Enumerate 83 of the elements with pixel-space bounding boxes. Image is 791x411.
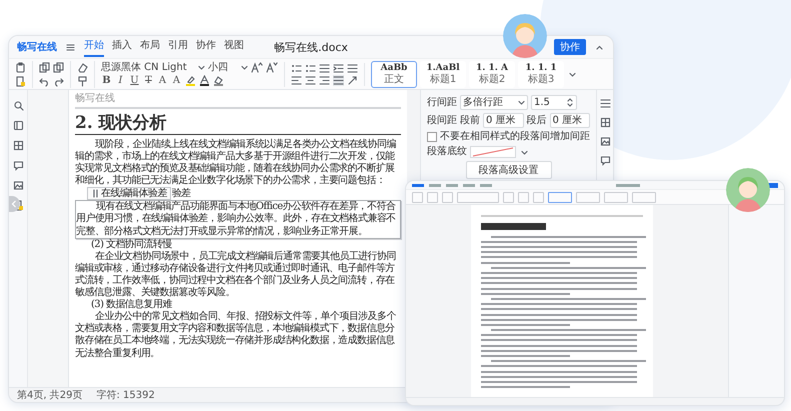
table-icon[interactable]: [12, 140, 24, 151]
character-count: 字符: 15392: [96, 388, 155, 402]
collaborate-button[interactable]: 协作: [554, 39, 586, 55]
subheading: (2) 文档协同流转慢: [90, 238, 173, 250]
grow-font-icon[interactable]: [251, 62, 263, 73]
ribbon-tab[interactable]: 插入: [112, 37, 132, 57]
panel-label: 行间距: [427, 96, 457, 108]
subheading: 验差: [172, 188, 191, 200]
style-preset[interactable]: AaBb 正文: [371, 60, 417, 88]
copy-icon[interactable]: [53, 62, 64, 72]
panel-label: 段后: [526, 114, 546, 126]
page-header: 畅写在线: [75, 93, 401, 109]
format-button[interactable]: A: [171, 74, 182, 86]
multilevel-list-icon[interactable]: [319, 62, 330, 74]
ribbon-tab[interactable]: 引用: [168, 37, 188, 57]
spacing-after-field[interactable]: 0 厘米: [550, 113, 590, 128]
search-icon[interactable]: [12, 100, 24, 111]
brush-icon[interactable]: [77, 76, 88, 86]
text-color-icon[interactable]: [199, 75, 210, 86]
drag-handle-icon[interactable]: [91, 188, 99, 200]
app-logo[interactable]: 畅写在线: [17, 40, 57, 54]
shrink-font-icon[interactable]: [266, 62, 278, 73]
image-icon[interactable]: [12, 180, 24, 191]
document-icon[interactable]: [15, 76, 26, 86]
comment-icon[interactable]: [12, 160, 24, 171]
format-button[interactable]: B: [101, 74, 112, 86]
panel-label: 段间距: [427, 114, 457, 126]
indent-icon[interactable]: [333, 62, 344, 74]
checkbox[interactable]: [427, 132, 437, 142]
font-size-select[interactable]: 小四: [208, 62, 248, 74]
line-spacing-select[interactable]: 多倍行距: [460, 95, 528, 110]
copy-icon[interactable]: [39, 62, 50, 72]
paragraph: 在企业文档协同场景中，员工完成文档编辑后通常需要其他员工进行协同编辑或审核，通过移动存储设备进行文件拷贝或通过即时通讯、电子邮件等方式流转，工作效率低，协同过程中文档在各个部门及业务人员之间流转，存在敏感信息泄露、关键数据篡改等风险。: [75, 250, 397, 298]
clipboard-icon[interactable]: [15, 62, 26, 72]
shading-icon[interactable]: [213, 75, 224, 86]
line-spacing-field[interactable]: 1.5: [531, 95, 577, 110]
comment-icon[interactable]: [600, 155, 610, 166]
font-select[interactable]: 思源黑体 CN Light: [101, 62, 205, 74]
paragraph: 现阶段，企业陆续上线在线文档编辑系统以满足各类办公文档在线协同编辑的需求，市场上的在线文档编辑产品大多基于开源组件进行二次开发，仅能实现常见文档格式的预览及基础编辑功能，随着在线协同办公需求的不断扩展和细化，其功能已无法满足企业数字化场景下的办公需求，主要问题包括：: [75, 139, 397, 188]
numbered-list-icon[interactable]: [305, 62, 316, 74]
document-title: 畅写在线.docx: [274, 40, 348, 54]
spacing-before-field[interactable]: 0 厘米: [483, 113, 524, 128]
document-heading: 2. 现状分析: [75, 113, 401, 135]
format-button[interactable]: I: [115, 74, 126, 86]
format-button[interactable]: U: [129, 74, 140, 86]
block-tag-label: 在线编辑体验差: [101, 188, 167, 200]
checkbox-label: 不要在相同样式的段落间增加间距: [440, 131, 590, 143]
undo-icon[interactable]: [39, 76, 50, 86]
no-color-swatch-icon[interactable]: [470, 146, 516, 158]
paragraph: 企业办公中的常见文档如合同、年报、招投标文件等，单个项目涉及多个文档或表格，需要复用文字内容和数据等信息，本地编辑模式下，数据信息分散存储在员工本地终端，无法实现统一存储并形成结构化数据，造成数据信息无法整合重复利用。: [75, 311, 397, 360]
avatar-icon: [726, 168, 770, 212]
text-direction-icon[interactable]: [347, 74, 358, 86]
panel-label: 段前: [460, 114, 480, 126]
style-preset[interactable]: 1.AaBl 标题1: [420, 60, 466, 88]
subheading: (3) 数据信息复用难: [90, 299, 174, 310]
eraser-icon[interactable]: [77, 62, 88, 72]
paragraph-icon[interactable]: [600, 98, 610, 109]
selected-paragraph: 现有在线文档编辑产品功能界面与本地Office办公软件存在差异，不符合用户使用习惯，在线编辑体验差，影响办公效率。此外，存在文档格式兼容不完整、部分格式文档无法打开或显示异常的情况，影响业务正常开展。: [75, 200, 401, 239]
ribbon-tab[interactable]: 协作: [196, 37, 216, 57]
style-preset[interactable]: 1. 1. A 标题2: [469, 60, 515, 88]
menu-icon[interactable]: [65, 42, 76, 52]
align-right-icon[interactable]: [319, 74, 330, 86]
block-tag[interactable]: 在线编辑体验差: [87, 187, 171, 200]
spinner-icon[interactable]: [566, 97, 574, 108]
image-icon[interactable]: [600, 136, 610, 147]
format-button[interactable]: T: [143, 74, 154, 86]
avatar-icon: [503, 14, 547, 58]
style-preset[interactable]: 1. 1. 1 标题3: [518, 60, 564, 88]
table-icon[interactable]: [600, 117, 610, 128]
ribbon-tab[interactable]: 布局: [140, 37, 160, 57]
panel-label: 段落底纹: [427, 146, 467, 158]
bullet-list-icon[interactable]: [291, 62, 302, 74]
format-button[interactable]: A: [157, 74, 168, 86]
ribbon-tab[interactable]: 视图: [224, 37, 244, 57]
page-count: 第4页, 共29页: [17, 388, 82, 402]
align-center-icon[interactable]: [305, 74, 316, 86]
justify-icon[interactable]: [333, 74, 344, 86]
line-spacing-icon[interactable]: [347, 62, 358, 74]
advanced-settings-button[interactable]: 段落高级设置: [466, 161, 552, 179]
align-left-icon[interactable]: [291, 74, 302, 86]
highlighter-icon[interactable]: [185, 75, 196, 86]
navigation-icon[interactable]: [12, 120, 24, 131]
redo-icon[interactable]: [53, 76, 64, 86]
